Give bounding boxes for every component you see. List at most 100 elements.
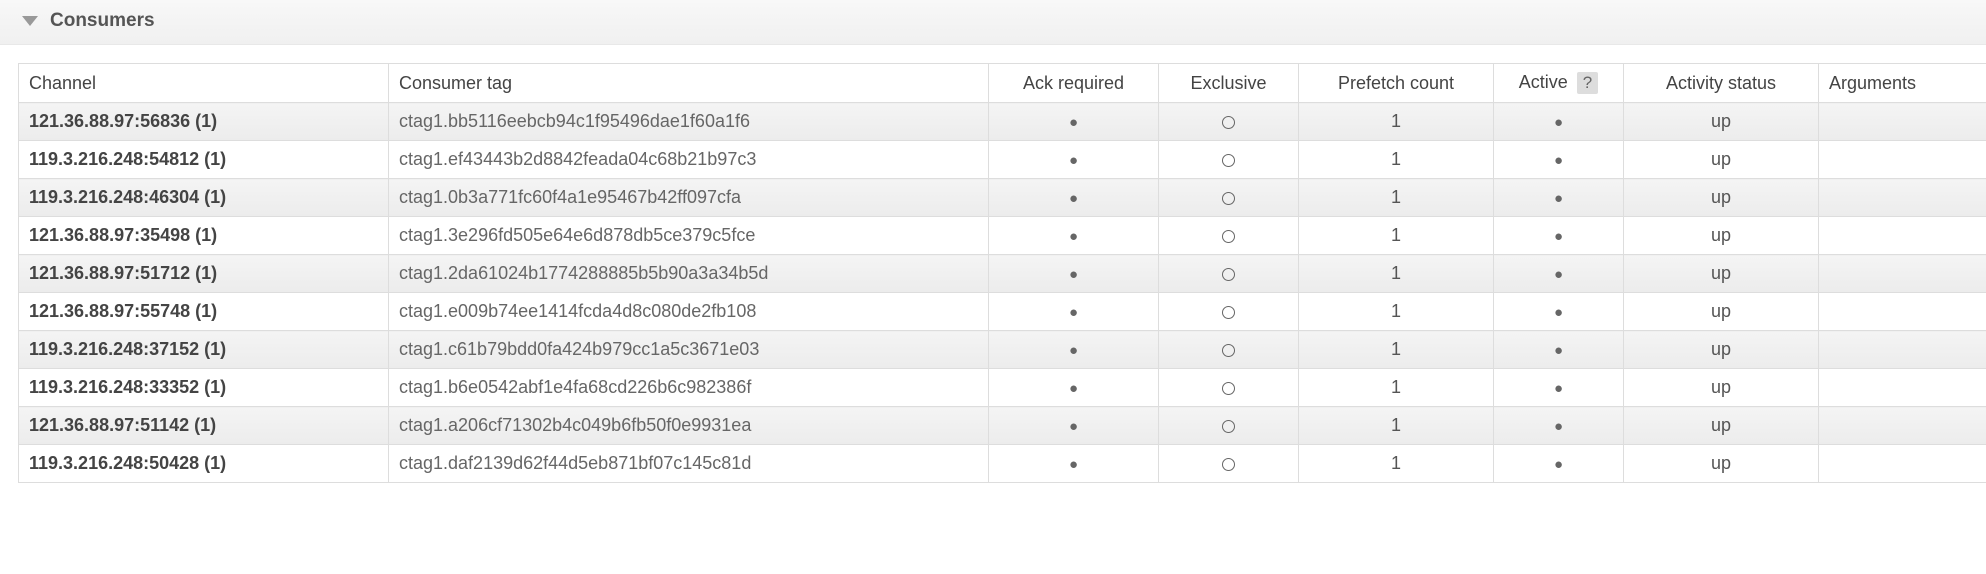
dot-filled-icon: ●	[1069, 304, 1078, 321]
consumer-tag-cell: ctag1.bb5116eebcb94c1f95496dae1f60a1f6	[389, 103, 989, 141]
active-cell: ●	[1494, 255, 1624, 293]
dot-open-icon	[1222, 420, 1235, 433]
arguments-cell	[1819, 103, 1986, 141]
table-row: 121.36.88.97:55748 (1)ctag1.e009b74ee141…	[19, 293, 1986, 331]
activity-status-cell: up	[1624, 369, 1819, 407]
prefetch-cell: 1	[1299, 141, 1494, 179]
ack-required-cell: ●	[989, 141, 1159, 179]
prefetch-cell: 1	[1299, 217, 1494, 255]
exclusive-cell	[1159, 331, 1299, 369]
dot-filled-icon: ●	[1554, 304, 1563, 321]
dot-filled-icon: ●	[1069, 190, 1078, 207]
prefetch-cell: 1	[1299, 293, 1494, 331]
col-arguments: Arguments	[1819, 64, 1986, 103]
dot-filled-icon: ●	[1554, 190, 1563, 207]
table-row: 121.36.88.97:35498 (1)ctag1.3e296fd505e6…	[19, 217, 1986, 255]
arguments-cell	[1819, 369, 1986, 407]
dot-open-icon	[1222, 192, 1235, 205]
ack-required-cell: ●	[989, 217, 1159, 255]
dot-filled-icon: ●	[1554, 342, 1563, 359]
dot-filled-icon: ●	[1069, 266, 1078, 283]
arguments-cell	[1819, 255, 1986, 293]
channel-link[interactable]: 121.36.88.97:51712 (1)	[19, 255, 389, 293]
table-row: 119.3.216.248:37152 (1)ctag1.c61b79bdd0f…	[19, 331, 1986, 369]
dot-filled-icon: ●	[1554, 114, 1563, 131]
active-cell: ●	[1494, 407, 1624, 445]
exclusive-cell	[1159, 103, 1299, 141]
consumer-tag-cell: ctag1.a206cf71302b4c049b6fb50f0e9931ea	[389, 407, 989, 445]
col-active-label: Active	[1519, 72, 1568, 92]
col-activity-status: Activity status	[1624, 64, 1819, 103]
dot-filled-icon: ●	[1069, 380, 1078, 397]
activity-status-cell: up	[1624, 293, 1819, 331]
consumers-section: Consumers Channel Consumer tag Ack requi…	[0, 0, 1986, 483]
table-row: 121.36.88.97:51712 (1)ctag1.2da61024b177…	[19, 255, 1986, 293]
consumer-tag-cell: ctag1.0b3a771fc60f4a1e95467b42ff097cfa	[389, 179, 989, 217]
arguments-cell	[1819, 293, 1986, 331]
dot-open-icon	[1222, 268, 1235, 281]
prefetch-cell: 1	[1299, 445, 1494, 483]
table-header-row: Channel Consumer tag Ack required Exclus…	[19, 64, 1986, 103]
consumer-tag-cell: ctag1.c61b79bdd0fa424b979cc1a5c3671e03	[389, 331, 989, 369]
dot-open-icon	[1222, 344, 1235, 357]
dot-filled-icon: ●	[1069, 342, 1078, 359]
ack-required-cell: ●	[989, 255, 1159, 293]
channel-link[interactable]: 119.3.216.248:37152 (1)	[19, 331, 389, 369]
dot-filled-icon: ●	[1554, 380, 1563, 397]
prefetch-cell: 1	[1299, 331, 1494, 369]
table-row: 119.3.216.248:46304 (1)ctag1.0b3a771fc60…	[19, 179, 1986, 217]
table-row: 119.3.216.248:50428 (1)ctag1.daf2139d62f…	[19, 445, 1986, 483]
consumer-tag-cell: ctag1.b6e0542abf1e4fa68cd226b6c982386f	[389, 369, 989, 407]
exclusive-cell	[1159, 217, 1299, 255]
activity-status-cell: up	[1624, 217, 1819, 255]
consumers-table-wrap: Channel Consumer tag Ack required Exclus…	[0, 45, 1986, 483]
table-row: 119.3.216.248:33352 (1)ctag1.b6e0542abf1…	[19, 369, 1986, 407]
active-cell: ●	[1494, 141, 1624, 179]
col-channel: Channel	[19, 64, 389, 103]
collapse-caret-icon[interactable]	[22, 16, 38, 26]
prefetch-cell: 1	[1299, 103, 1494, 141]
consumer-tag-cell: ctag1.3e296fd505e64e6d878db5ce379c5fce	[389, 217, 989, 255]
activity-status-cell: up	[1624, 179, 1819, 217]
dot-open-icon	[1222, 306, 1235, 319]
consumers-table: Channel Consumer tag Ack required Exclus…	[18, 63, 1986, 483]
section-title: Consumers	[50, 10, 155, 32]
exclusive-cell	[1159, 141, 1299, 179]
channel-link[interactable]: 119.3.216.248:50428 (1)	[19, 445, 389, 483]
dot-filled-icon: ●	[1554, 456, 1563, 473]
arguments-cell	[1819, 445, 1986, 483]
table-row: 121.36.88.97:51142 (1)ctag1.a206cf71302b…	[19, 407, 1986, 445]
dot-open-icon	[1222, 458, 1235, 471]
activity-status-cell: up	[1624, 331, 1819, 369]
active-cell: ●	[1494, 217, 1624, 255]
exclusive-cell	[1159, 293, 1299, 331]
col-ack-required: Ack required	[989, 64, 1159, 103]
channel-link[interactable]: 119.3.216.248:54812 (1)	[19, 141, 389, 179]
dot-filled-icon: ●	[1554, 152, 1563, 169]
channel-link[interactable]: 121.36.88.97:51142 (1)	[19, 407, 389, 445]
consumer-tag-cell: ctag1.2da61024b1774288885b5b90a3a34b5d	[389, 255, 989, 293]
channel-link[interactable]: 121.36.88.97:35498 (1)	[19, 217, 389, 255]
exclusive-cell	[1159, 369, 1299, 407]
channel-link[interactable]: 121.36.88.97:55748 (1)	[19, 293, 389, 331]
channel-link[interactable]: 119.3.216.248:33352 (1)	[19, 369, 389, 407]
active-cell: ●	[1494, 331, 1624, 369]
channel-link[interactable]: 121.36.88.97:56836 (1)	[19, 103, 389, 141]
section-header: Consumers	[0, 0, 1986, 45]
prefetch-cell: 1	[1299, 369, 1494, 407]
exclusive-cell	[1159, 255, 1299, 293]
channel-link[interactable]: 119.3.216.248:46304 (1)	[19, 179, 389, 217]
arguments-cell	[1819, 141, 1986, 179]
exclusive-cell	[1159, 445, 1299, 483]
dot-filled-icon: ●	[1069, 114, 1078, 131]
table-row: 121.36.88.97:56836 (1)ctag1.bb5116eebcb9…	[19, 103, 1986, 141]
arguments-cell	[1819, 331, 1986, 369]
help-icon[interactable]: ?	[1577, 72, 1598, 94]
dot-filled-icon: ●	[1069, 152, 1078, 169]
arguments-cell	[1819, 407, 1986, 445]
ack-required-cell: ●	[989, 293, 1159, 331]
col-exclusive: Exclusive	[1159, 64, 1299, 103]
dot-filled-icon: ●	[1069, 418, 1078, 435]
ack-required-cell: ●	[989, 369, 1159, 407]
arguments-cell	[1819, 179, 1986, 217]
